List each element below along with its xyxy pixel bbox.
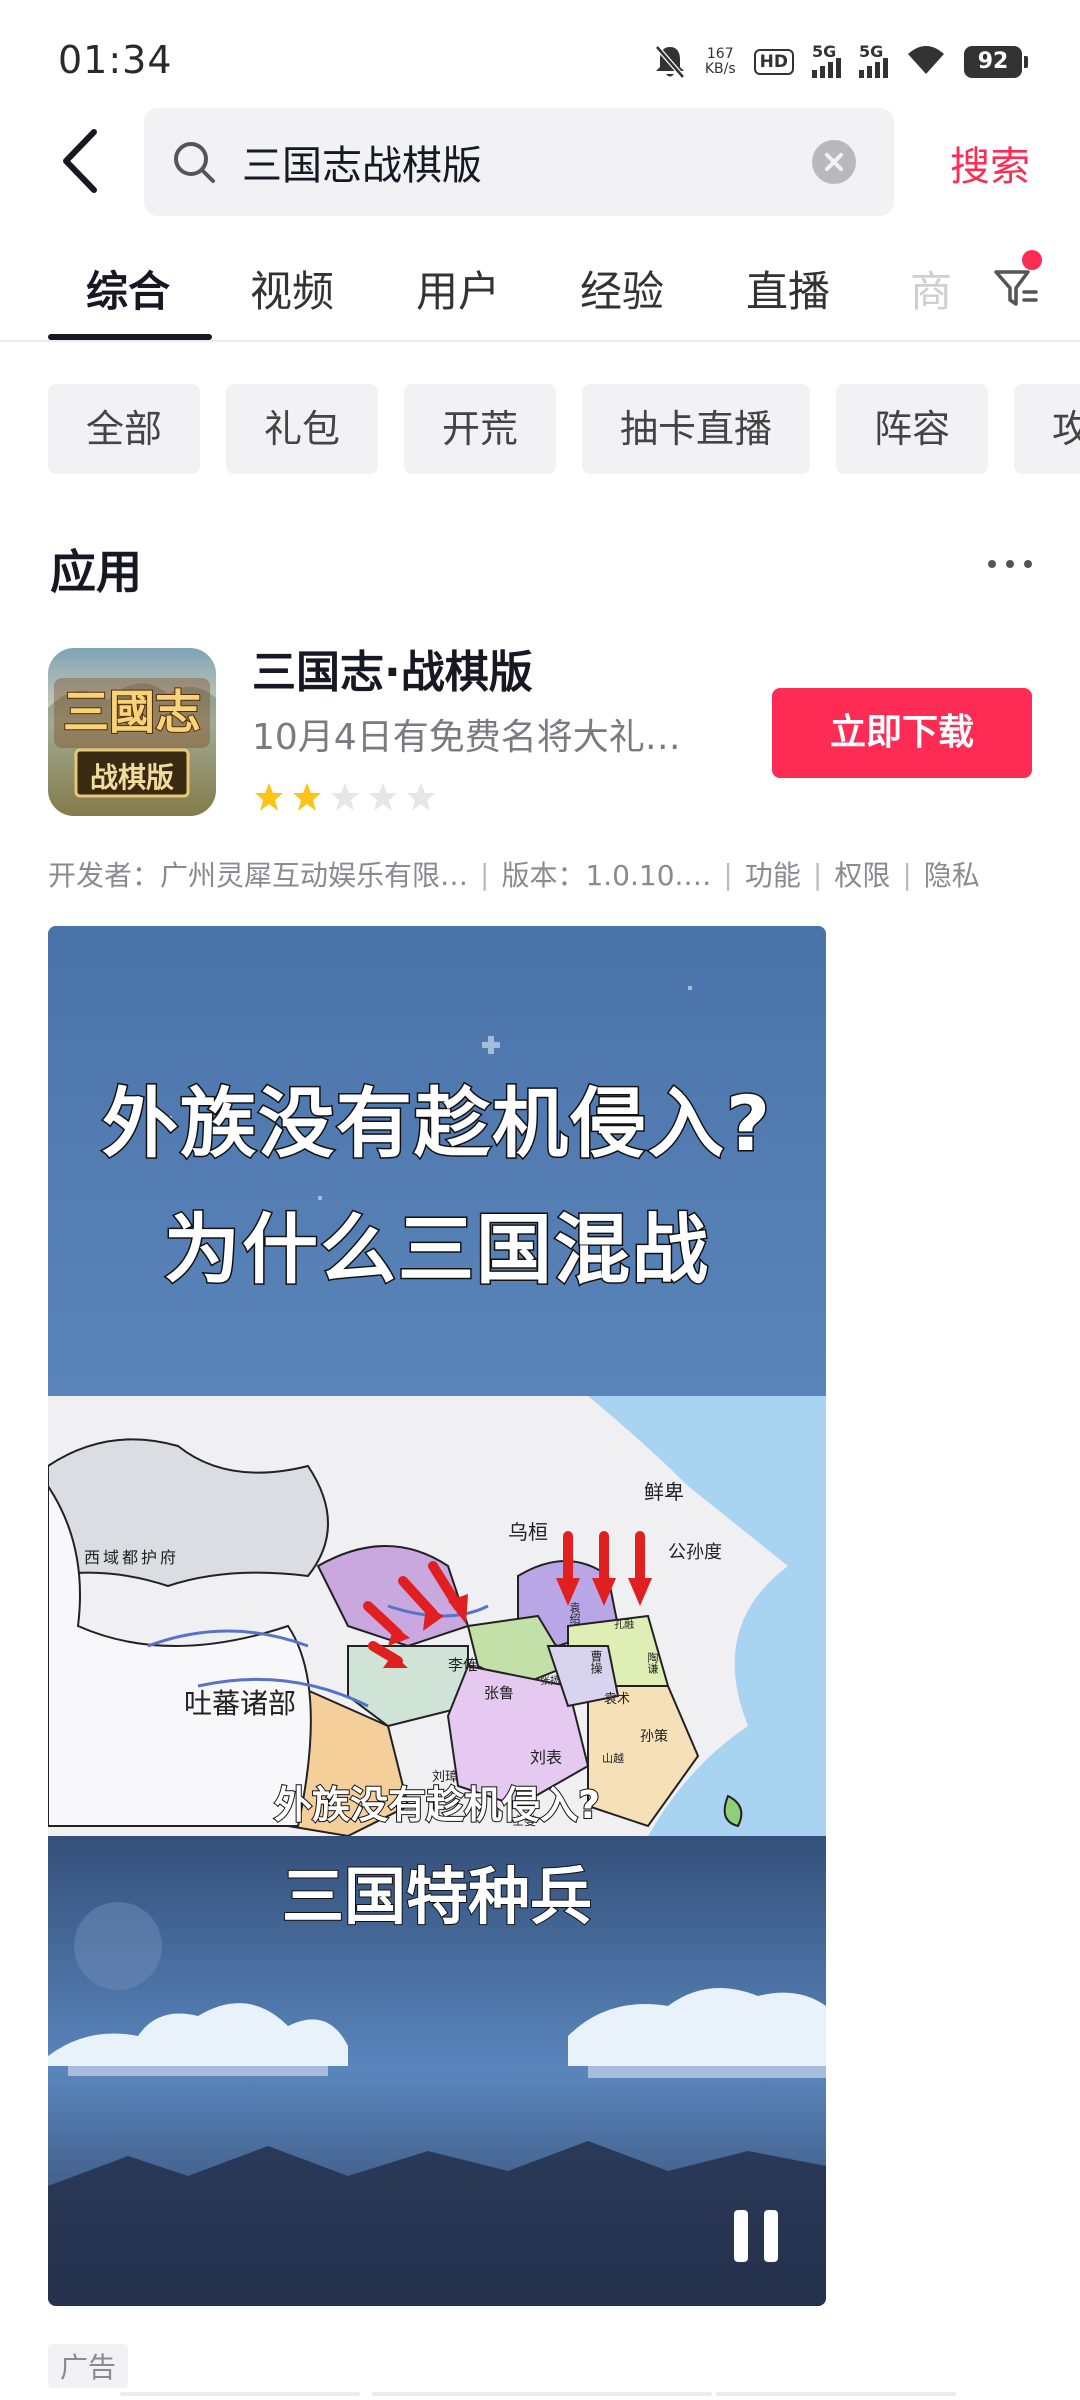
- chip-gacha-live[interactable]: 抽卡直播: [582, 384, 811, 474]
- app-icon-subtitle: 战棋版: [89, 761, 174, 794]
- video-headline-2: 为什么三国混战: [163, 1204, 710, 1296]
- section-title: 应用: [50, 545, 142, 599]
- chip-gift[interactable]: 礼包: [226, 384, 379, 474]
- download-button[interactable]: 立即下载: [772, 688, 1032, 778]
- chip-early-game[interactable]: 开荒: [404, 384, 557, 474]
- tab-live[interactable]: 直播: [746, 258, 830, 319]
- divider: [716, 2392, 956, 2396]
- net-speed: 167 KB/s: [705, 47, 736, 77]
- filter-icon[interactable]: [990, 262, 1042, 314]
- developer-info: 开发者：广州灵犀互动娱乐有限…: [48, 859, 469, 892]
- map-label-gongsundu: 公孙度: [668, 1542, 722, 1563]
- map-label-kongrong: 孔融: [614, 1620, 634, 1631]
- version-info: 版本：1.0.10.…: [501, 859, 712, 892]
- clear-search-icon[interactable]: [812, 140, 856, 184]
- map-label-yuanshao: 袁绍: [568, 1602, 581, 1624]
- map-label-taoqian: 陶谦: [646, 1652, 659, 1674]
- chip-strategy[interactable]: 攻: [1014, 384, 1080, 474]
- network-type-label: 5G: [812, 42, 837, 61]
- tab-users[interactable]: 用户: [416, 258, 500, 319]
- hd-icon: HD: [753, 49, 794, 75]
- divider: [372, 2392, 712, 2396]
- video-headline-1: 外族没有趁机侵入?: [100, 1078, 773, 1170]
- search-button[interactable]: 搜索: [950, 134, 1030, 192]
- star-empty-icon: [331, 783, 359, 811]
- search-header: 搜索: [0, 108, 1080, 216]
- tab-general[interactable]: 综合: [86, 258, 170, 319]
- chip-all[interactable]: 全部: [48, 384, 201, 474]
- tab-shop[interactable]: 商: [910, 258, 952, 319]
- filter-notification-dot: [1022, 250, 1042, 270]
- status-time: 01:34: [58, 38, 173, 82]
- result-tabs: 综合 视频 用户 经验 直播 商: [0, 246, 1080, 342]
- back-arrow-icon: [63, 129, 97, 193]
- app-meta: 开发者：广州灵犀互动娱乐有限… | 版本：1.0.10.… | 功能 | 权限 …: [48, 854, 1048, 894]
- wifi-icon: [906, 44, 946, 80]
- signal-icon-sim1: 5G: [812, 42, 841, 78]
- map-label-liubiao: 刘表: [530, 1748, 563, 1767]
- map-label-caocao: 曹操: [589, 1650, 603, 1674]
- tab-videos[interactable]: 视频: [250, 258, 334, 319]
- star-empty-icon: [369, 783, 397, 811]
- map-label-xiyu: 西域都护府: [84, 1548, 180, 1567]
- net-speed-value: 167: [706, 46, 734, 62]
- bell-off-icon: [653, 43, 687, 81]
- filter-chips: 全部 礼包 开荒 抽卡直播 阵容 攻: [48, 384, 1080, 474]
- ad-label: 广告: [48, 2344, 129, 2388]
- net-speed-unit: KB/s: [704, 61, 736, 77]
- star-empty-icon: [407, 783, 435, 811]
- search-input[interactable]: [242, 132, 802, 192]
- status-icons: 167 KB/s HD 5G 5G 92: [653, 40, 1028, 84]
- features-link[interactable]: 功能: [745, 854, 801, 894]
- pause-icon[interactable]: [734, 2210, 778, 2262]
- map-label-wuhuan: 乌桓: [508, 1520, 548, 1544]
- video-caption: 三国特种兵: [281, 1859, 593, 1934]
- battery-icon: 92: [964, 46, 1028, 78]
- ad-video[interactable]: 外族没有趁机侵入? 为什么三国混战 西域都护府 吐蕃诸部 乌桓 鲜卑 公孙度 李…: [48, 926, 826, 2306]
- chip-lineup[interactable]: 阵容: [836, 384, 989, 474]
- signal-icon-sim2: 5G: [859, 42, 888, 78]
- map-label-zhangyang: 张扬: [540, 1676, 560, 1687]
- app-rating: [254, 782, 436, 812]
- app-name[interactable]: 三国志·战棋版: [252, 636, 533, 700]
- map-label-tubo: 吐蕃诸部: [184, 1687, 297, 1720]
- map-label-yuanshu: 袁术: [604, 1692, 631, 1707]
- search-icon: [174, 142, 215, 183]
- search-box[interactable]: [144, 108, 894, 216]
- tab-experience[interactable]: 经验: [580, 258, 664, 319]
- active-tab-indicator: [48, 334, 212, 340]
- map-label-likui: 李傕: [448, 1656, 479, 1674]
- star-icon: [255, 783, 283, 811]
- back-button[interactable]: [50, 126, 110, 196]
- privacy-link[interactable]: 隐私: [924, 854, 980, 894]
- network-type-label: 5G: [859, 42, 884, 61]
- divider: [120, 2392, 360, 2396]
- app-icon[interactable]: 三國志 战棋版: [48, 648, 216, 816]
- app-icon-title: 三國志: [62, 684, 202, 740]
- map-label-sunce: 孙策: [640, 1729, 668, 1745]
- video-subtitle: 外族没有趁机侵入?: [273, 1782, 601, 1828]
- more-options-icon[interactable]: [988, 554, 1032, 574]
- star-icon: [293, 783, 321, 811]
- map-label-zhanglu: 张鲁: [484, 1684, 515, 1702]
- app-description: 10月4日有免费名将大礼…: [252, 717, 681, 758]
- permissions-link[interactable]: 权限: [834, 854, 890, 894]
- map-label-shanyue: 山越: [602, 1752, 624, 1765]
- map-label-xianbei: 鲜卑: [644, 1480, 684, 1504]
